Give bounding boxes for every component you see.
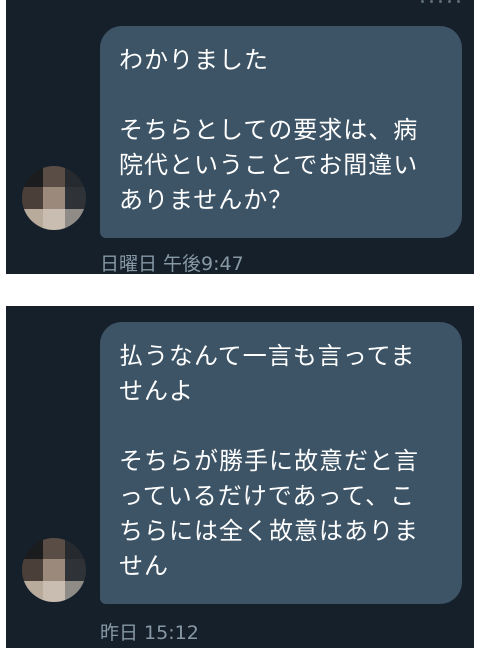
message-line [119, 78, 444, 113]
message-line: ちらには全く故意はありま [119, 517, 419, 545]
ellipsis-indicator [421, 0, 460, 6]
message-line: そちらとしての要求は、病 [119, 116, 419, 144]
message-line: わかりました [119, 46, 269, 74]
avatar-icon[interactable] [22, 166, 86, 230]
avatar-icon[interactable] [22, 538, 86, 602]
conversation-panel-bottom: 払うなんて一言も言ってま せんよ そちらが勝手に故意だと言 っているだけであって… [6, 306, 474, 648]
message-line: せんよ [119, 377, 194, 405]
conversation-panel-top: わかりました そちらとしての要求は、病 院代ということでお間違い ありませんか？… [6, 0, 474, 274]
message-bubble[interactable]: わかりました そちらとしての要求は、病 院代ということでお間違い ありませんか？ [100, 26, 462, 238]
message-line: そちらが勝手に故意だと言 [119, 447, 419, 475]
message-timestamp: 昨日 15:12 [100, 622, 199, 644]
message-line: 払うなんて一言も言ってま [119, 342, 416, 370]
message-timestamp: 日曜日 午後9:47 [100, 253, 244, 274]
message-line: せん [119, 552, 169, 580]
message-line: っているだけであって、こ [119, 482, 416, 510]
message-line: ありませんか？ [119, 186, 294, 214]
message-line [119, 409, 444, 444]
message-bubble[interactable]: 払うなんて一言も言ってま せんよ そちらが勝手に故意だと言 っているだけであって… [100, 322, 462, 604]
message-line: 院代ということでお間違い [119, 151, 419, 179]
